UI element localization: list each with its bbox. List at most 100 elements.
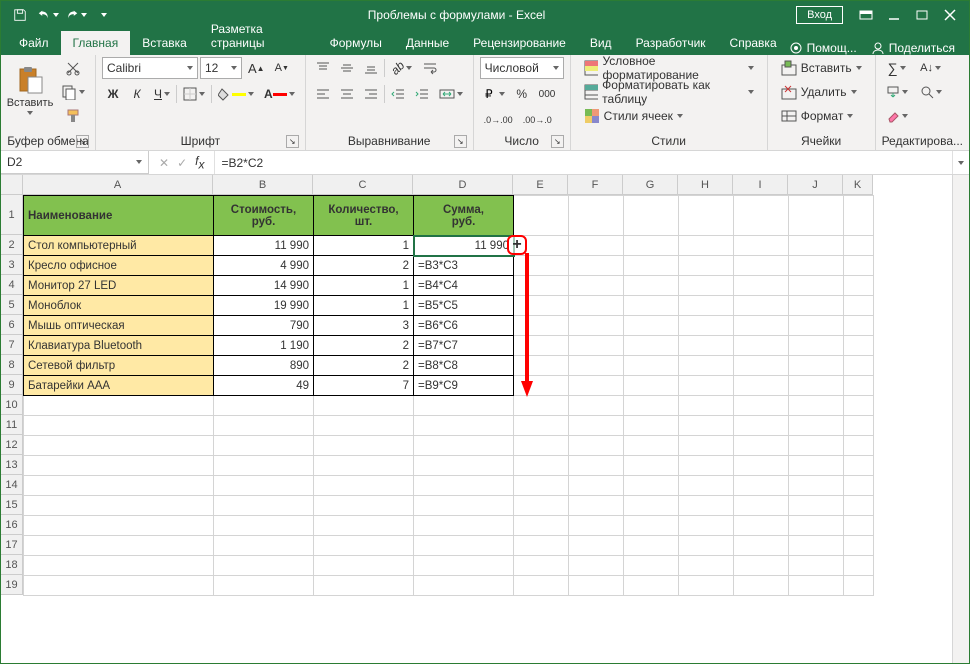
insert-cells-button[interactable]: Вставить <box>774 57 869 79</box>
cell[interactable] <box>734 496 789 516</box>
cell[interactable] <box>514 236 569 256</box>
cell[interactable]: Клавиатура Bluetooth <box>24 336 214 356</box>
vertical-scrollbar[interactable] <box>952 175 969 663</box>
cell[interactable] <box>679 336 734 356</box>
cell[interactable] <box>569 296 624 316</box>
cell[interactable]: Монитор 27 LED <box>24 276 214 296</box>
cell[interactable]: =B7*C7 <box>414 336 514 356</box>
cell[interactable] <box>569 516 624 536</box>
cell[interactable] <box>569 316 624 336</box>
cell[interactable] <box>789 496 844 516</box>
autosum-button[interactable]: ∑ <box>882 57 912 79</box>
cell[interactable] <box>789 256 844 276</box>
align-dialog-launcher[interactable]: ↘ <box>454 135 467 148</box>
cell[interactable]: Мышь оптическая <box>24 316 214 336</box>
enter-formula-icon[interactable]: ✓ <box>177 156 187 170</box>
cell[interactable] <box>569 256 624 276</box>
percent-button[interactable]: % <box>511 83 533 105</box>
col-header-K[interactable]: K <box>843 175 873 195</box>
cell[interactable] <box>844 536 874 556</box>
cell[interactable] <box>314 396 414 416</box>
cell[interactable]: 4 990 <box>214 256 314 276</box>
wrap-text-button[interactable] <box>418 57 442 79</box>
format-as-table-button[interactable]: Форматировать как таблицу <box>577 81 761 103</box>
font-name-select[interactable]: Calibri <box>102 57 198 79</box>
login-button[interactable]: Вход <box>796 6 843 24</box>
cell[interactable] <box>624 516 679 536</box>
cell[interactable]: 7 <box>314 376 414 396</box>
cell[interactable] <box>514 336 569 356</box>
cell[interactable] <box>24 396 214 416</box>
align-left-button[interactable] <box>312 83 334 105</box>
formula-input[interactable]: =B2*C2 <box>215 151 952 174</box>
cell[interactable] <box>734 536 789 556</box>
tell-me-button[interactable]: Помощ... <box>789 41 857 55</box>
cut-button[interactable] <box>57 57 89 79</box>
cell[interactable] <box>24 556 214 576</box>
align-right-button[interactable] <box>360 83 382 105</box>
cell[interactable] <box>214 456 314 476</box>
cell[interactable] <box>514 276 569 296</box>
accounting-button[interactable]: ₽ <box>480 83 509 105</box>
cell[interactable] <box>734 336 789 356</box>
qat-customize-icon[interactable] <box>91 3 117 27</box>
row-header-7[interactable]: 7 <box>1 335 23 355</box>
cell[interactable] <box>734 436 789 456</box>
cell[interactable]: Количество,шт. <box>314 196 414 236</box>
cell[interactable] <box>679 516 734 536</box>
cell[interactable] <box>414 496 514 516</box>
cell[interactable] <box>844 436 874 456</box>
cell[interactable]: 2 <box>314 256 414 276</box>
cell[interactable] <box>514 296 569 316</box>
paste-button[interactable]: Вставить <box>7 57 53 123</box>
cell[interactable] <box>624 476 679 496</box>
cell[interactable] <box>844 456 874 476</box>
grow-font-button[interactable]: A▲ <box>244 57 269 79</box>
font-color-button[interactable]: A <box>260 83 299 105</box>
cell[interactable] <box>679 536 734 556</box>
insert-function-icon[interactable]: fx <box>195 154 204 171</box>
cell[interactable] <box>314 496 414 516</box>
row-header-17[interactable]: 17 <box>1 535 23 555</box>
cell[interactable]: Сумма,руб. <box>414 196 514 236</box>
row-header-18[interactable]: 18 <box>1 555 23 575</box>
borders-button[interactable] <box>179 83 209 105</box>
cell[interactable] <box>214 496 314 516</box>
cell[interactable] <box>734 396 789 416</box>
row-header-15[interactable]: 15 <box>1 495 23 515</box>
cell[interactable] <box>734 556 789 576</box>
cell[interactable] <box>514 196 569 236</box>
cell[interactable] <box>514 396 569 416</box>
cell[interactable] <box>24 416 214 436</box>
cell[interactable] <box>844 556 874 576</box>
row-header-10[interactable]: 10 <box>1 395 23 415</box>
cell[interactable] <box>314 516 414 536</box>
cell[interactable] <box>679 196 734 236</box>
cell[interactable] <box>624 456 679 476</box>
format-painter-button[interactable] <box>57 105 89 127</box>
cell[interactable] <box>734 356 789 376</box>
tab-file[interactable]: Файл <box>7 31 61 55</box>
cell[interactable]: Стоимость,руб. <box>214 196 314 236</box>
cell[interactable] <box>624 416 679 436</box>
row-header-3[interactable]: 3 <box>1 255 23 275</box>
cell[interactable] <box>789 416 844 436</box>
cell[interactable] <box>214 396 314 416</box>
cell[interactable] <box>569 396 624 416</box>
tab-layout[interactable]: Разметка страницы <box>199 17 318 55</box>
cell[interactable] <box>679 236 734 256</box>
cell[interactable]: =B8*C8 <box>414 356 514 376</box>
cell[interactable] <box>789 476 844 496</box>
cell[interactable] <box>214 576 314 596</box>
align-bottom-button[interactable] <box>360 57 382 79</box>
cell[interactable]: 1 <box>314 276 414 296</box>
cell[interactable] <box>789 356 844 376</box>
cell[interactable] <box>514 316 569 336</box>
cell[interactable] <box>414 536 514 556</box>
cell[interactable] <box>789 276 844 296</box>
col-header-D[interactable]: D <box>413 175 513 195</box>
cell[interactable] <box>569 356 624 376</box>
expand-formula-bar-icon[interactable] <box>952 151 969 174</box>
cell[interactable]: 19 990 <box>214 296 314 316</box>
cell[interactable] <box>569 436 624 456</box>
